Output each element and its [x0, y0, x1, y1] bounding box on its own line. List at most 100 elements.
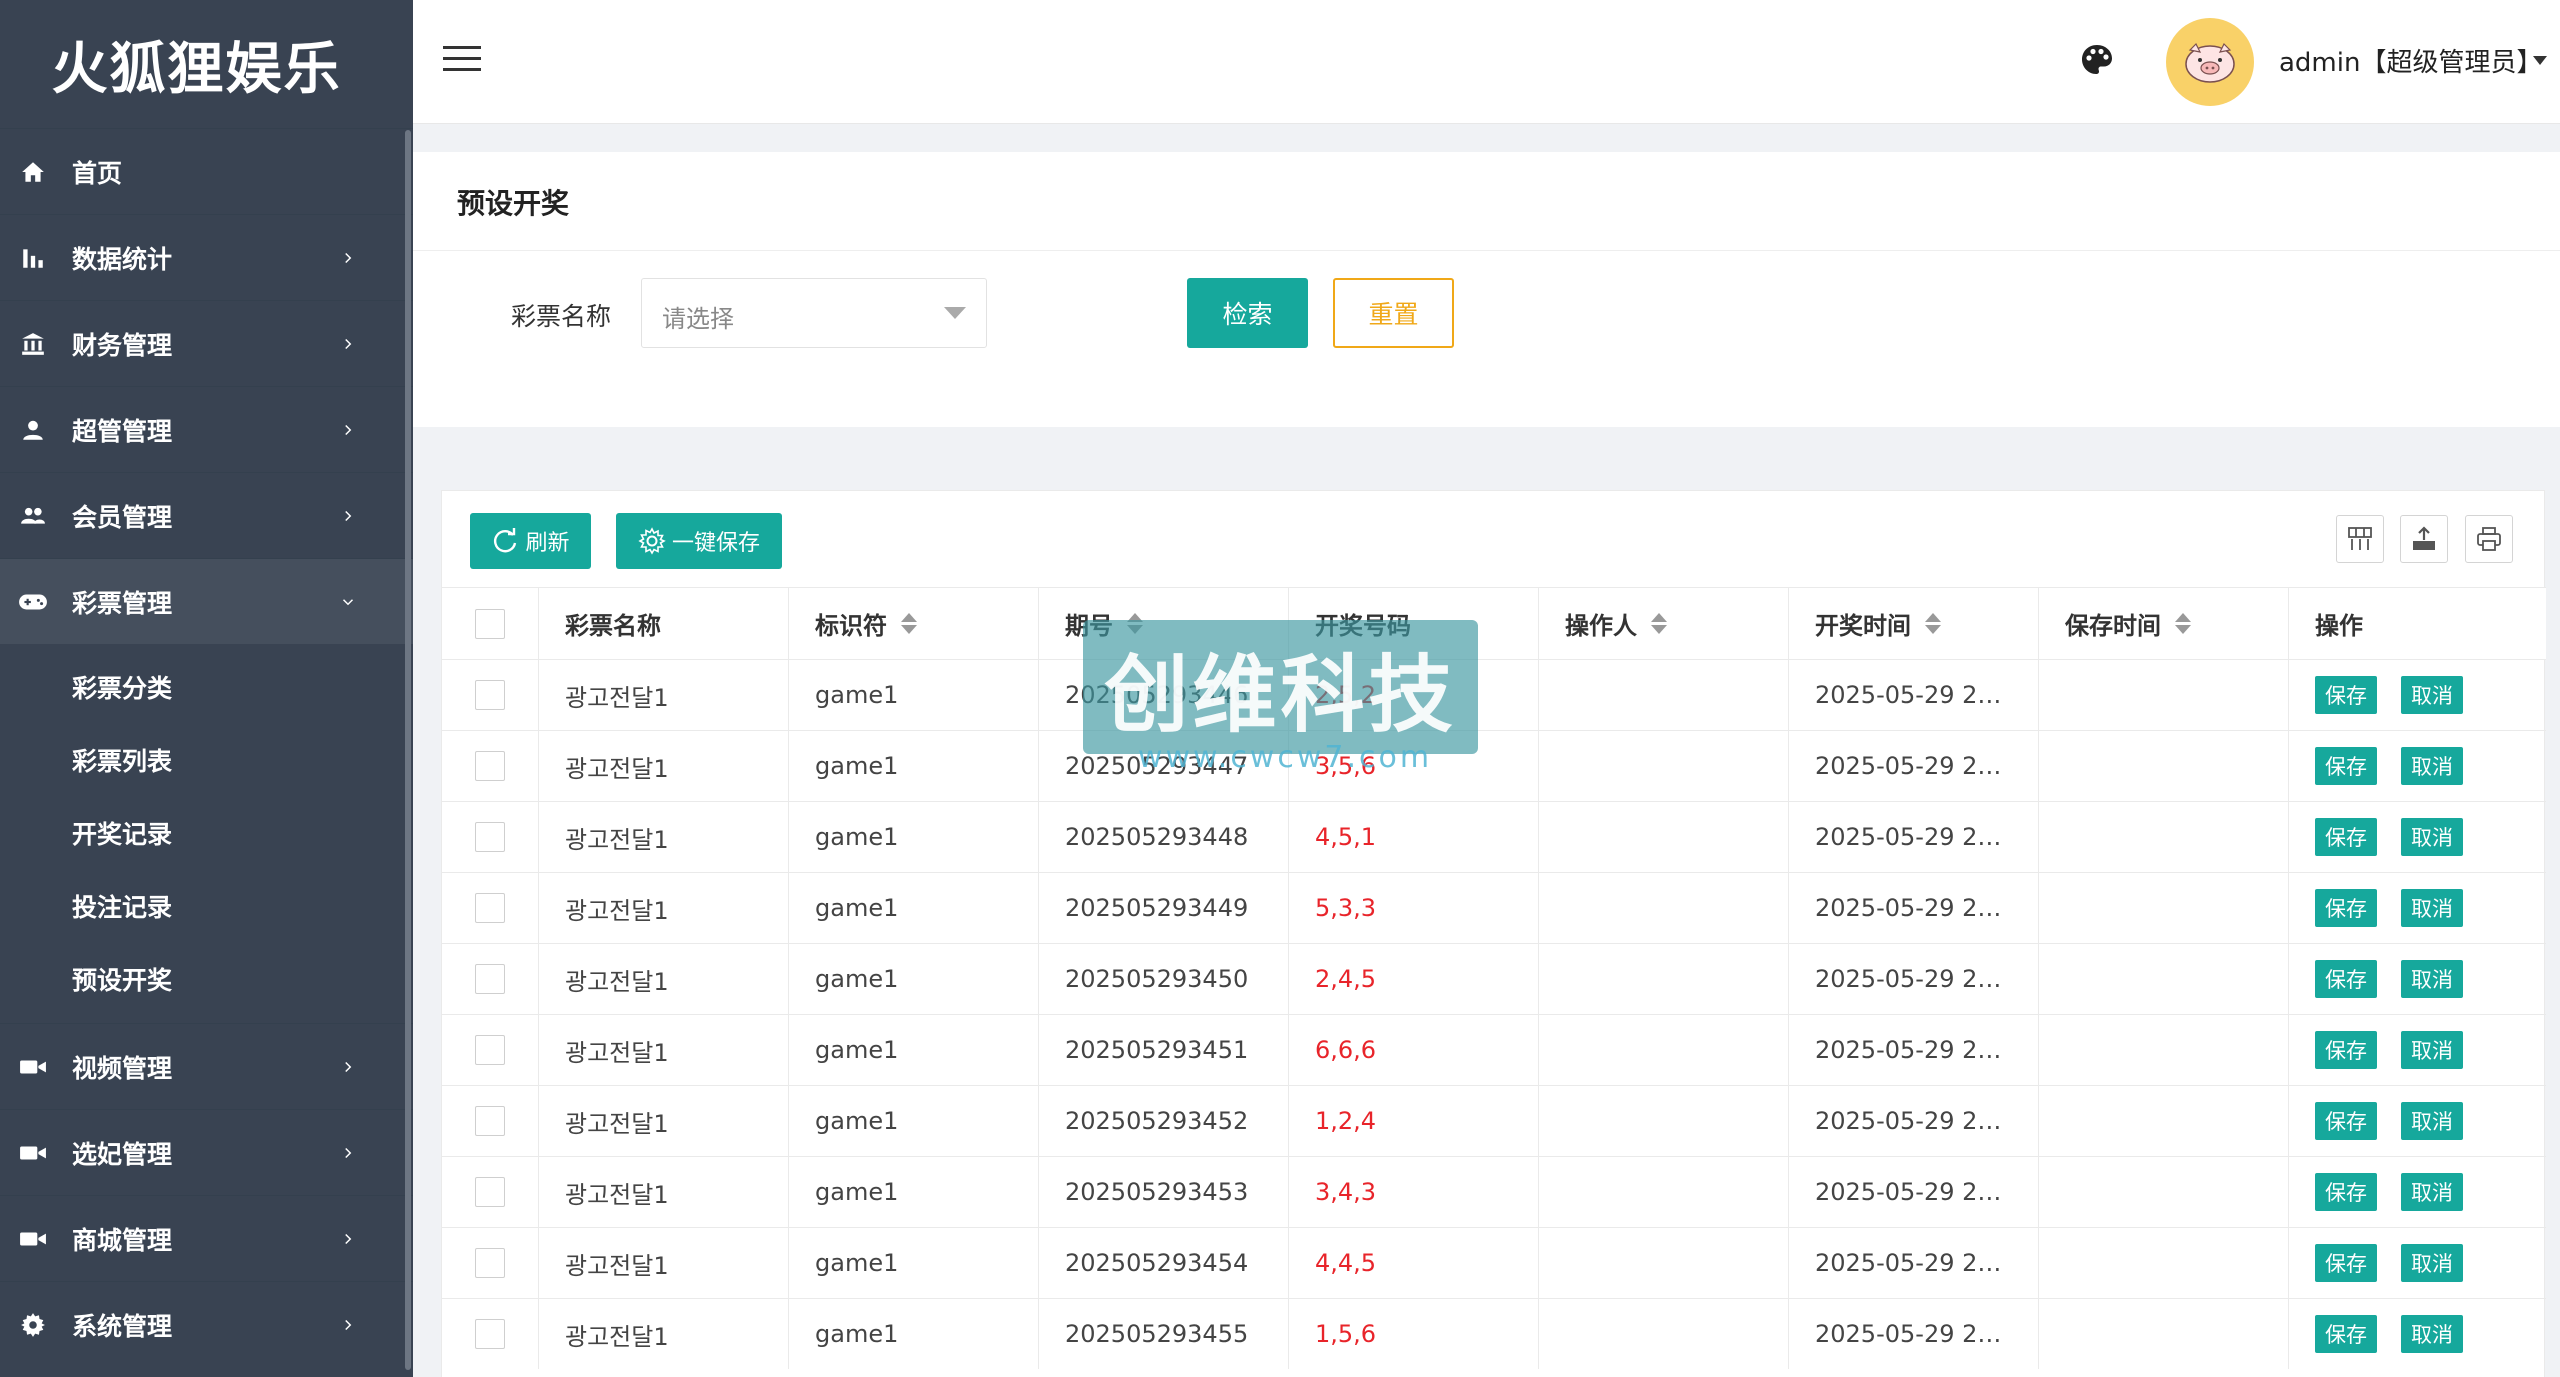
row-checkbox-cell: [442, 1299, 539, 1369]
export-button[interactable]: [2400, 515, 2448, 563]
row-checkbox[interactable]: [475, 1035, 505, 1065]
row-checkbox[interactable]: [475, 1177, 505, 1207]
user-name[interactable]: admin【超级管理员】: [2279, 42, 2542, 79]
cell-save-time: [2039, 944, 2289, 1014]
lottery-name-select[interactable]: 请选择: [641, 278, 987, 348]
chevron-right-icon: [339, 507, 357, 525]
cell-open-time: 2025-05-29 2…: [1789, 731, 2039, 801]
select-all-checkbox[interactable]: [475, 608, 505, 639]
cell-numbers: 6,6,6: [1289, 1015, 1539, 1085]
col-operator[interactable]: 操作人: [1539, 588, 1789, 659]
table-row: 광고전달1 game1 202505293448 4,5,1 2025-05-29 2……: [442, 801, 2546, 872]
palette-icon[interactable]: [2079, 42, 2115, 78]
col-open-time[interactable]: 开奖时间: [1789, 588, 2039, 659]
submenu-item[interactable]: 彩票分类: [0, 650, 413, 723]
row-checkbox[interactable]: [475, 964, 505, 994]
save-button[interactable]: 保存: [2315, 818, 2377, 856]
sidebar-item[interactable]: 彩票管理: [0, 558, 413, 644]
menu-toggle-icon[interactable]: [443, 44, 481, 74]
save-all-button[interactable]: 一键保存: [616, 513, 782, 569]
sidebar-item[interactable]: 数据统计: [0, 214, 413, 300]
sidebar-item[interactable]: 首页: [0, 128, 413, 214]
sidebar-item[interactable]: 会员管理: [0, 472, 413, 558]
submenu-item[interactable]: 投注记录: [0, 869, 413, 942]
cell-lottery-name: 광고전달1: [539, 660, 789, 730]
col-identifier[interactable]: 标识符: [789, 588, 1039, 659]
print-button[interactable]: [2465, 515, 2513, 563]
sidebar-item-label: 选妃管理: [72, 1139, 173, 1169]
save-all-label: 一键保存: [671, 531, 760, 556]
avatar[interactable]: [2166, 18, 2254, 106]
cell-actions: 保存 取消: [2289, 1086, 2546, 1156]
caret-down-icon[interactable]: [2533, 56, 2547, 66]
row-checkbox-cell: [442, 873, 539, 943]
sort-icon[interactable]: [901, 613, 917, 634]
save-button[interactable]: 保存: [2315, 1102, 2377, 1140]
cell-numbers: 4,4,5: [1289, 1228, 1539, 1298]
cancel-button[interactable]: 取消: [2401, 747, 2463, 785]
row-checkbox[interactable]: [475, 893, 505, 923]
reset-button[interactable]: 重置: [1333, 278, 1454, 348]
sort-icon[interactable]: [1651, 613, 1667, 634]
save-button[interactable]: 保存: [2315, 1315, 2377, 1353]
pig-avatar-icon: [2185, 42, 2235, 83]
cancel-button[interactable]: 取消: [2401, 818, 2463, 856]
sidebar-item[interactable]: 财务管理: [0, 300, 413, 386]
cancel-button[interactable]: 取消: [2401, 1102, 2463, 1140]
sidebar-scrollbar[interactable]: [405, 130, 411, 1370]
row-checkbox[interactable]: [475, 680, 505, 710]
header-checkbox-cell: [442, 588, 539, 659]
sort-icon[interactable]: [1925, 613, 1941, 634]
submenu-item[interactable]: 预设开奖: [0, 942, 413, 1015]
search-button[interactable]: 检索: [1187, 278, 1308, 348]
table-row: 광고전달1 game1 202505293454 4,4,5 2025-05-29 2……: [442, 1227, 2546, 1298]
row-checkbox[interactable]: [475, 1106, 505, 1136]
sidebar-item[interactable]: 选妃管理: [0, 1109, 413, 1195]
cancel-button[interactable]: 取消: [2401, 1244, 2463, 1282]
cancel-button[interactable]: 取消: [2401, 960, 2463, 998]
save-button[interactable]: 保存: [2315, 1244, 2377, 1282]
cell-identifier: game1: [789, 1228, 1039, 1298]
save-button[interactable]: 保存: [2315, 889, 2377, 927]
save-button[interactable]: 保存: [2315, 1173, 2377, 1211]
cell-issue: 202505293450: [1039, 944, 1289, 1014]
cell-operator: [1539, 802, 1789, 872]
cell-lottery-name: 광고전달1: [539, 873, 789, 943]
refresh-button[interactable]: 刷新: [470, 513, 591, 569]
row-checkbox[interactable]: [475, 1319, 505, 1349]
cell-actions: 保存 取消: [2289, 1015, 2546, 1085]
sort-icon[interactable]: [2175, 613, 2191, 634]
sidebar-item[interactable]: 商城管理: [0, 1195, 413, 1281]
row-checkbox-cell: [442, 802, 539, 872]
cell-lottery-name: 광고전달1: [539, 1086, 789, 1156]
users-icon: [16, 499, 50, 533]
cell-identifier: game1: [789, 660, 1039, 730]
sidebar-item[interactable]: 超管管理: [0, 386, 413, 472]
col-save-time[interactable]: 保存时间: [2039, 588, 2289, 659]
cell-lottery-name: 광고전달1: [539, 1299, 789, 1369]
save-button[interactable]: 保存: [2315, 1031, 2377, 1069]
save-button[interactable]: 保存: [2315, 747, 2377, 785]
video-icon: [16, 1222, 50, 1256]
chevron-right-icon: [339, 249, 357, 267]
cancel-button[interactable]: 取消: [2401, 1173, 2463, 1211]
submenu-item[interactable]: 开奖记录: [0, 796, 413, 869]
row-checkbox[interactable]: [475, 1248, 505, 1278]
save-button[interactable]: 保存: [2315, 960, 2377, 998]
save-button[interactable]: 保存: [2315, 676, 2377, 714]
row-checkbox[interactable]: [475, 822, 505, 852]
row-checkbox[interactable]: [475, 751, 505, 781]
cancel-button[interactable]: 取消: [2401, 889, 2463, 927]
cell-identifier: game1: [789, 1015, 1039, 1085]
cell-issue: 202505293451: [1039, 1015, 1289, 1085]
submenu-item[interactable]: 彩票列表: [0, 723, 413, 796]
col-actions: 操作: [2315, 612, 2363, 640]
sidebar-item[interactable]: 视频管理: [0, 1023, 413, 1109]
cancel-button[interactable]: 取消: [2401, 1315, 2463, 1353]
cancel-button[interactable]: 取消: [2401, 1031, 2463, 1069]
sidebar-item[interactable]: 系统管理: [0, 1281, 413, 1367]
cell-operator: [1539, 1086, 1789, 1156]
cancel-button[interactable]: 取消: [2401, 676, 2463, 714]
sidebar-item-label: 数据统计: [72, 244, 173, 274]
columns-button[interactable]: [2336, 515, 2384, 563]
